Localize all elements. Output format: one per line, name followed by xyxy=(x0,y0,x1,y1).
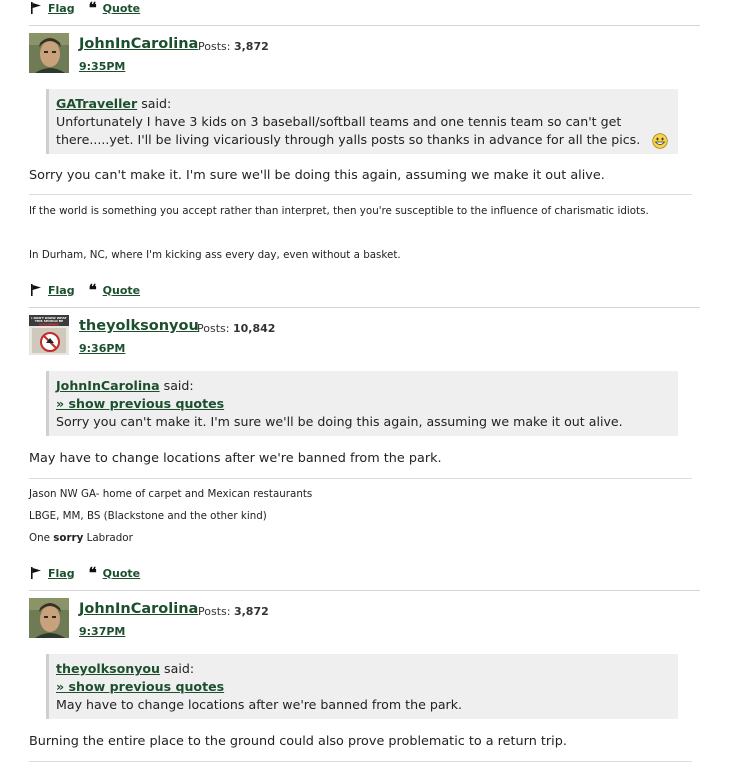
signature-separator xyxy=(29,761,692,762)
username-link[interactable]: JohnInCarolina xyxy=(79,36,198,52)
post-actions: Flag ❝ Quote xyxy=(30,564,140,582)
post-separator xyxy=(29,590,700,591)
show-previous-quotes-link[interactable]: » show previous quotes xyxy=(56,395,670,413)
post-time-link[interactable]: 9:37PM xyxy=(79,625,125,638)
post-count: Posts: 3,872 xyxy=(198,40,269,53)
avatar[interactable] xyxy=(29,598,69,638)
post-separator xyxy=(29,307,700,308)
quote-icon: ❝ xyxy=(88,563,97,582)
quote-icon: ❝ xyxy=(88,0,97,17)
avatar[interactable] xyxy=(29,33,69,73)
flag-icon xyxy=(31,567,41,579)
signature-separator xyxy=(29,478,692,479)
post-time-link[interactable]: 9:35PM xyxy=(79,60,125,73)
signature-line: In Durham, NC, where I'm kicking ass eve… xyxy=(29,249,401,261)
username-link[interactable]: theyolksonyou xyxy=(79,318,199,334)
post-separator xyxy=(29,25,700,26)
signature-line: Jason NW GA- home of carpet and Mexican … xyxy=(29,488,313,500)
quote-link[interactable]: Quote xyxy=(103,284,140,297)
quote-author-link[interactable]: JohnInCarolina xyxy=(56,378,160,393)
flag-icon xyxy=(31,2,41,14)
quote-said: said: xyxy=(164,661,195,676)
quote-block: GATraveller said: Unfortunately I have 3… xyxy=(46,89,678,154)
quote-text: May have to change locations after we're… xyxy=(56,697,463,712)
post-count: Posts: 3,872 xyxy=(198,605,269,618)
quote-link[interactable]: Quote xyxy=(103,2,140,15)
flag-icon xyxy=(31,284,41,296)
flag-link[interactable]: Flag xyxy=(48,284,75,297)
flag-link[interactable]: Flag xyxy=(48,2,75,15)
signature-separator xyxy=(29,194,692,195)
quote-block: theyolksonyou said: » show previous quot… xyxy=(46,654,678,719)
svg-text:SCREAMING: SCREAMING xyxy=(39,322,60,326)
avatar[interactable]: I DON'T KNOW WHAT THIS SHOULD BE SCREAMI… xyxy=(29,315,69,355)
post-body: Burning the entire place to the ground c… xyxy=(29,734,567,749)
show-previous-quotes-link[interactable]: » show previous quotes xyxy=(56,678,670,696)
quote-text: Unfortunately I have 3 kids on 3 basebal… xyxy=(56,113,670,149)
username-link[interactable]: JohnInCarolina xyxy=(79,601,198,617)
quote-author-link[interactable]: theyolksonyou xyxy=(56,661,160,676)
quote-text: Sorry you can't make it. I'm sure we'll … xyxy=(56,414,623,429)
signature-line: LBGE, MM, BS (Blackstone and the other k… xyxy=(29,510,267,522)
quote-icon: ❝ xyxy=(88,280,97,299)
post-actions: Flag ❝ Quote xyxy=(30,281,140,299)
signature-line: One sorry Labrador xyxy=(29,532,133,544)
flag-link[interactable]: Flag xyxy=(48,567,75,580)
quote-block: JohnInCarolina said: » show previous quo… xyxy=(46,371,678,436)
post-time-link[interactable]: 9:36PM xyxy=(79,342,125,355)
post-count: Posts: 10,842 xyxy=(197,322,276,335)
quote-said: said: xyxy=(141,96,172,111)
grin-smiley-icon xyxy=(652,132,668,149)
post-body: May have to change locations after we're… xyxy=(29,451,442,466)
quote-said: said: xyxy=(163,378,194,393)
quote-author-link[interactable]: GATraveller xyxy=(56,96,137,111)
post-body: Sorry you can't make it. I'm sure we'll … xyxy=(29,168,605,183)
post-actions: Flag ❝ Quote xyxy=(30,0,140,17)
quote-link[interactable]: Quote xyxy=(103,567,140,580)
signature-line: If the world is something you accept rat… xyxy=(29,205,649,217)
